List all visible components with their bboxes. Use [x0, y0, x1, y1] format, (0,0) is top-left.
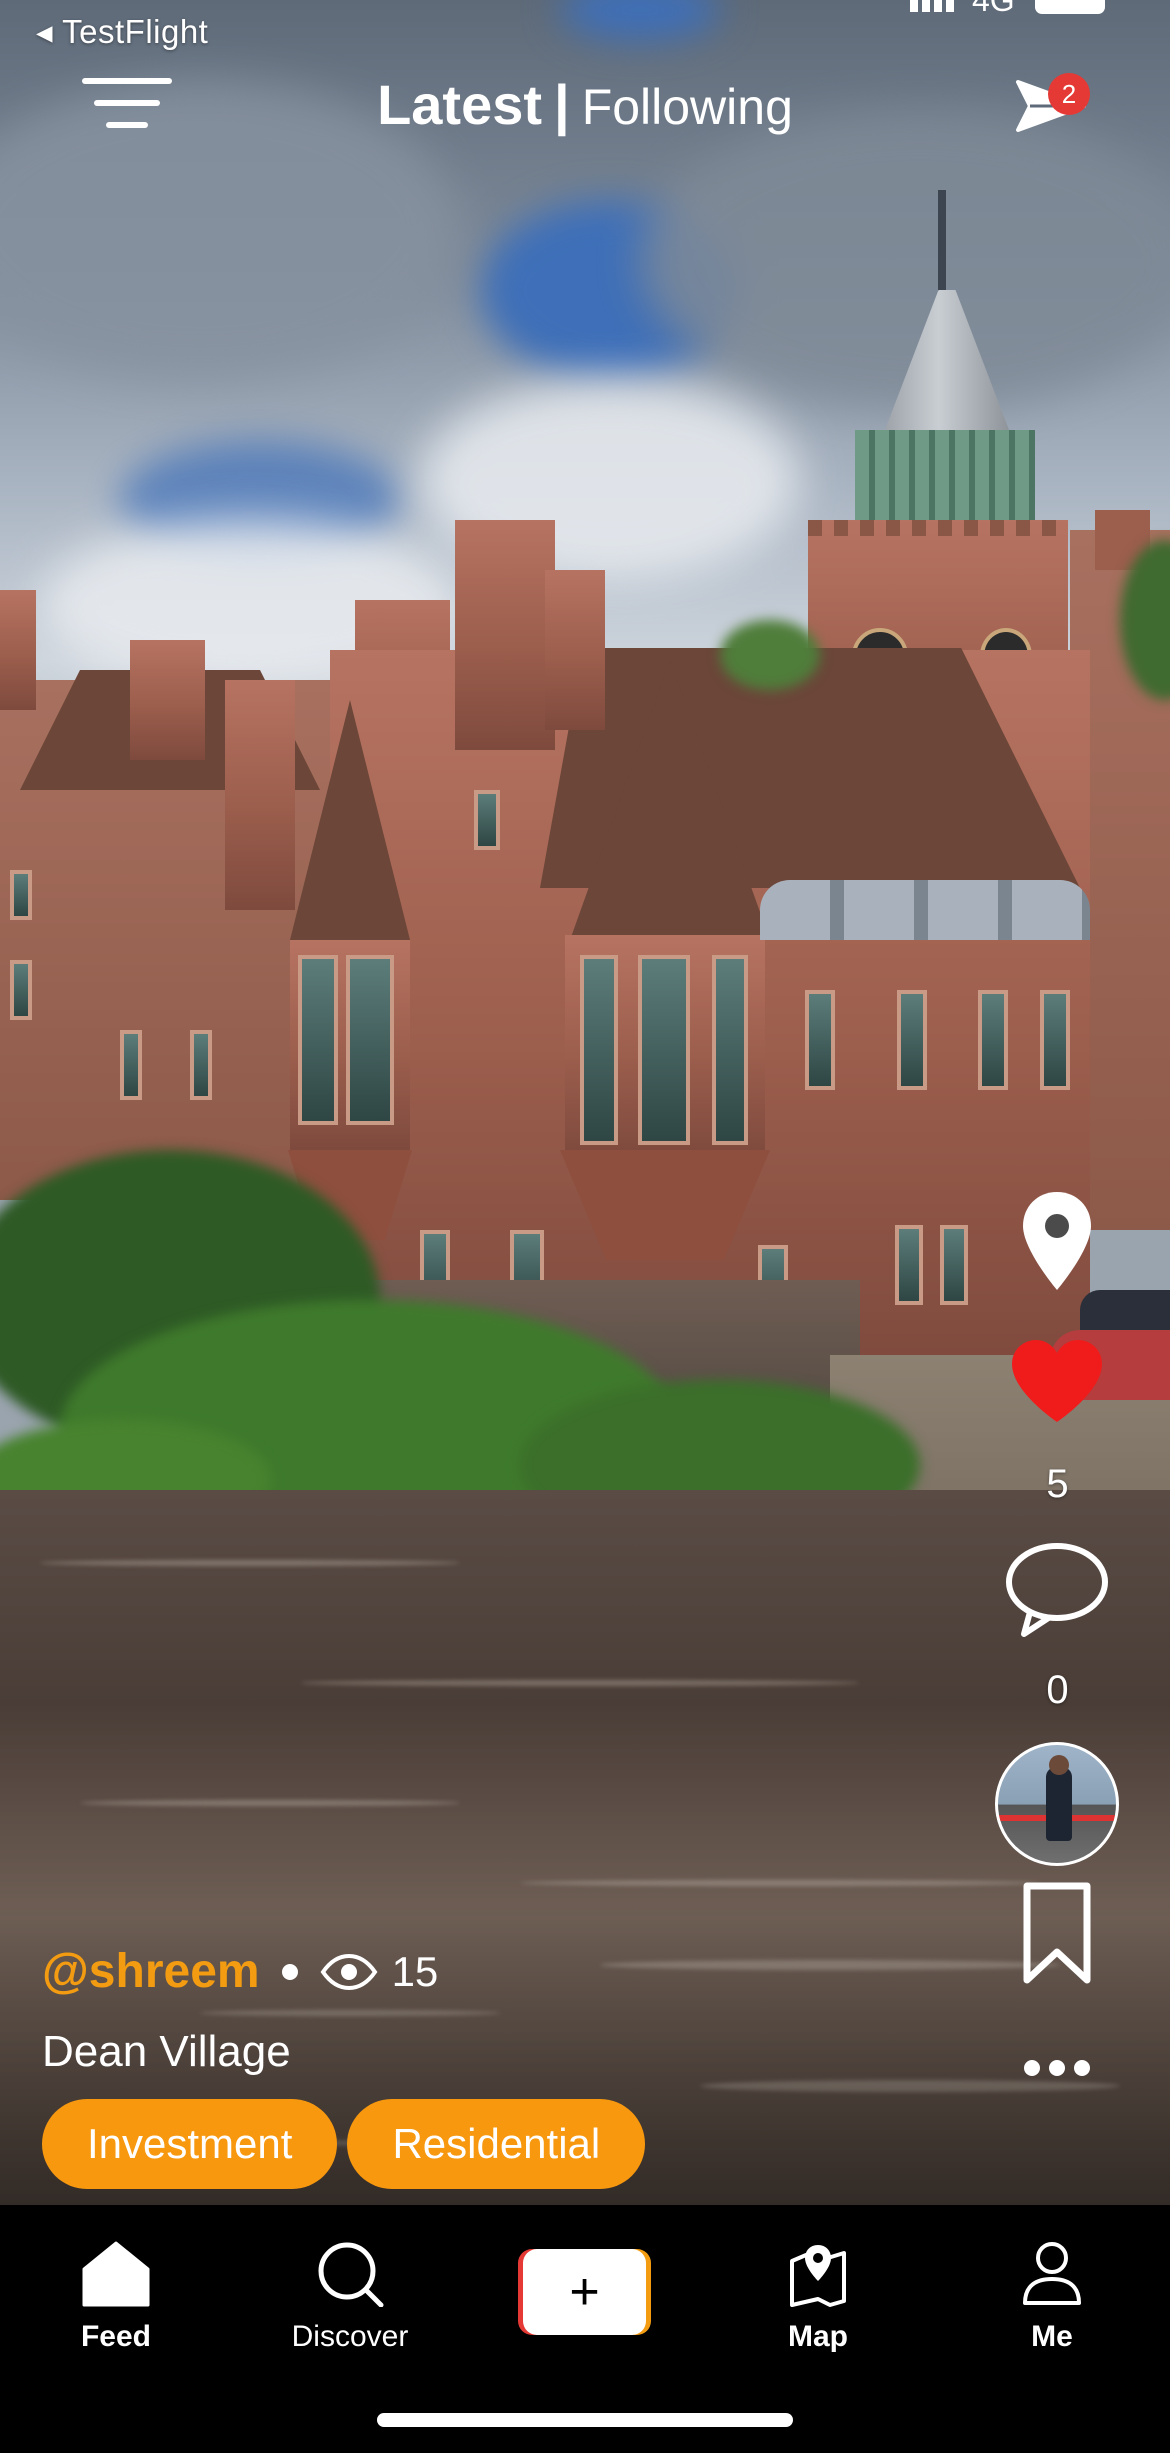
bookmark-icon[interactable]: [1022, 1882, 1092, 1984]
post-username[interactable]: @shreem: [42, 1944, 260, 1999]
signal-icon: [910, 0, 956, 12]
tab-separator: |: [554, 73, 570, 136]
nav-map-label: Map: [788, 2320, 848, 2353]
nav-discover-label: Discover: [291, 2320, 409, 2353]
tab-latest[interactable]: Latest: [377, 73, 542, 136]
nav-me-label: Me: [1031, 2320, 1073, 2353]
nav-discover[interactable]: Discover: [250, 2241, 450, 2354]
author-avatar[interactable]: [995, 1742, 1119, 1866]
home-indicator[interactable]: [377, 2413, 793, 2427]
post-location: Dean Village: [42, 2027, 291, 2076]
post-meta: @shreem 15: [42, 1944, 438, 1999]
search-icon: [318, 2242, 384, 2308]
home-icon: [82, 2241, 150, 2307]
nav-feed[interactable]: Feed: [16, 2241, 216, 2354]
map-icon: [790, 2245, 846, 2307]
profile-icon: [1023, 2242, 1081, 2305]
eye-icon: [320, 1953, 378, 1990]
nav-map[interactable]: Map: [718, 2241, 918, 2354]
post-photo[interactable]: [0, 0, 1170, 2205]
like-heart-icon[interactable]: [1010, 1338, 1104, 1424]
like-count: 5: [1046, 1462, 1069, 1506]
nav-me[interactable]: Me: [952, 2241, 1152, 2354]
comment-icon[interactable]: [1004, 1540, 1110, 1640]
feed-screen: ◂ TestFlight 4G Latest|Following 2 5 0: [0, 0, 1170, 2453]
inbox-badge: 2: [1048, 73, 1090, 115]
back-to-testflight[interactable]: ◂ TestFlight: [36, 12, 208, 51]
network-type: 4G: [972, 0, 1015, 18]
tag-investment[interactable]: Investment: [42, 2099, 338, 2189]
tab-following[interactable]: Following: [582, 79, 793, 135]
meta-separator-dot: [281, 1963, 298, 1980]
tag-residential[interactable]: Residential: [347, 2099, 646, 2189]
feed-tabs: Latest | Following: [0, 72, 1170, 137]
comment-count: 0: [1046, 1668, 1069, 1712]
nav-feed-label: Feed: [80, 2320, 152, 2353]
plus-icon: +: [569, 2263, 600, 2321]
location-pin-icon[interactable]: [1020, 1190, 1094, 1294]
add-post-button[interactable]: +: [523, 2249, 646, 2335]
more-options-icon[interactable]: [1022, 2056, 1092, 2080]
status-indicators: 4G: [910, 0, 1110, 18]
view-count: 15: [391, 1947, 439, 1995]
battery-icon: [1035, 0, 1105, 14]
post-tags: Investment Residential: [42, 2099, 646, 2189]
